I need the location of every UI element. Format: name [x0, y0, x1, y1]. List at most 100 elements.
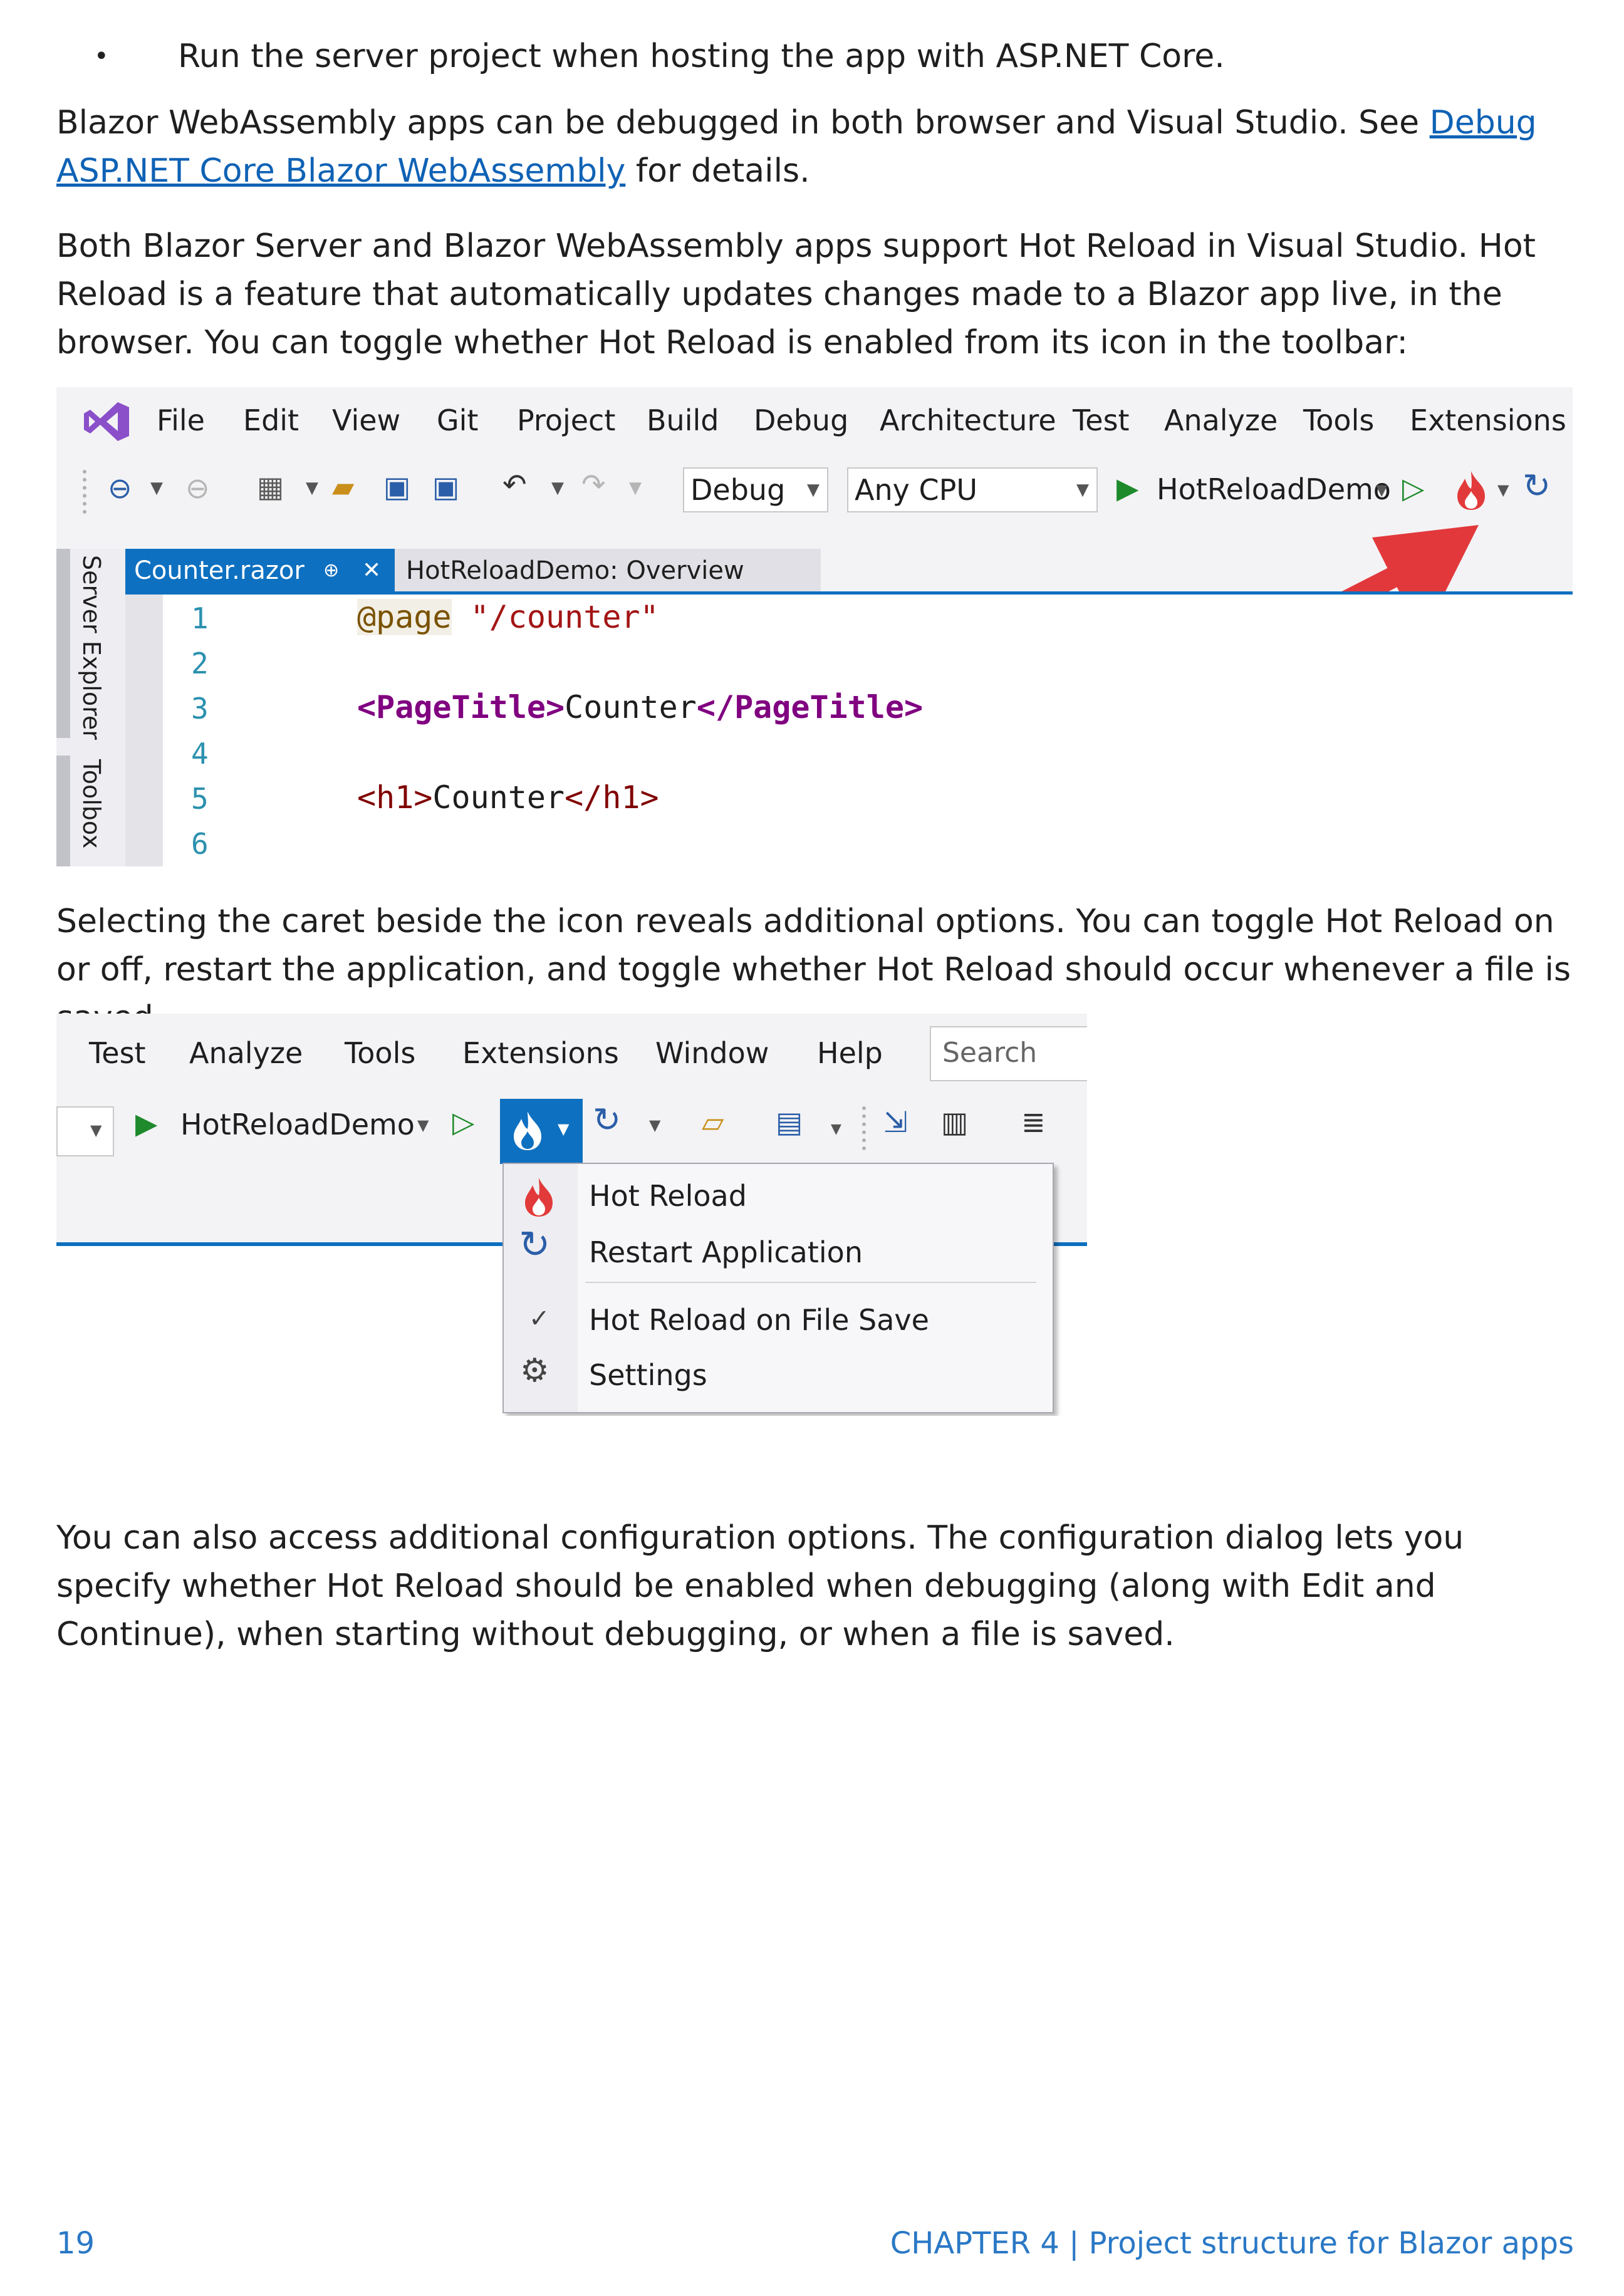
page-directive: @page — [357, 599, 452, 635]
menu-extensions[interactable]: Extensions — [462, 1036, 619, 1070]
platform-combo-stub[interactable]: ▼ — [56, 1106, 114, 1156]
line-number: 2 — [191, 647, 209, 680]
solution-platform-value: Any CPU — [855, 473, 977, 507]
menu-edit[interactable]: Edit — [243, 403, 299, 437]
run-target-dropdown-icon[interactable]: ▼ — [1376, 481, 1387, 499]
bullet-marker: • — [94, 42, 109, 71]
menu-item-hot-reload-on-file-save[interactable]: Hot Reload on File Save — [589, 1303, 929, 1337]
menu-tools[interactable]: Tools — [1303, 403, 1374, 437]
restart-dropdown-icon[interactable]: ▼ — [649, 1116, 660, 1134]
tab-counter-razor-label: Counter.razor — [134, 556, 304, 585]
line-number: 4 — [191, 737, 209, 771]
redo-dropdown-icon[interactable]: ▼ — [629, 479, 642, 497]
paragraph-debug: Blazor WebAssembly apps can be debugged … — [56, 99, 1573, 195]
menu-test[interactable]: Test — [89, 1036, 146, 1070]
menu-analyze[interactable]: Analyze — [1164, 403, 1278, 437]
menu-window[interactable]: Window — [655, 1036, 769, 1070]
menu-help[interactable]: Help — [817, 1036, 883, 1070]
toolbox-tab[interactable]: Toolbox — [78, 759, 105, 849]
search-input[interactable]: Search — [930, 1026, 1087, 1081]
menu-git[interactable]: Git — [437, 403, 478, 437]
tab-counter-razor[interactable]: Counter.razor ⊕ ✕ — [125, 549, 395, 593]
hot-reload-dropdown-screenshot: Test Analyze Tools Extensions Window Hel… — [56, 1014, 1087, 1416]
new-project-icon[interactable]: ▦ — [257, 470, 284, 504]
outline-icon[interactable]: ≣ — [1021, 1105, 1046, 1139]
chevron-down-icon: ▼ — [90, 1121, 102, 1139]
checkmark-icon: ✓ — [529, 1304, 550, 1333]
menu-project[interactable]: Project — [517, 403, 615, 437]
open-folder-icon[interactable]: ▱ — [702, 1105, 724, 1139]
server-explorer-tab-bar — [56, 549, 70, 738]
restart-icon[interactable]: ↻ — [593, 1100, 621, 1140]
menu-build[interactable]: Build — [647, 403, 719, 437]
h1-close-tag: </h1> — [565, 779, 659, 816]
h1-text: Counter — [432, 779, 565, 816]
document-tabs: Counter.razor ⊕ ✕ HotReloadDemo: Overvie… — [125, 549, 1573, 593]
code-line-5: <h1>Counter</h1> — [357, 779, 659, 816]
browser-link-icon[interactable]: ▤ — [776, 1105, 803, 1139]
hot-reload-split-button[interactable]: ▼ — [500, 1099, 583, 1164]
menu-extensions[interactable]: Extensions — [1410, 403, 1566, 437]
undo-icon[interactable]: ↶ — [502, 467, 527, 501]
menu-item-restart-application[interactable]: Restart Application — [589, 1235, 863, 1269]
hot-reload-caret-icon[interactable]: ▼ — [558, 1120, 569, 1138]
toolbox-tab-bar — [56, 756, 70, 866]
save-icon[interactable]: ▣ — [383, 470, 410, 504]
hot-reload-menu: Hot Reload ↻ Restart Application ✓ Hot R… — [502, 1163, 1054, 1413]
menu-separator — [585, 1282, 1036, 1283]
visual-studio-toolbar-screenshot: File Edit View Git Project Build Debug A… — [56, 387, 1573, 866]
navigate-forward-icon[interactable]: ⊖ — [185, 471, 210, 505]
run-target-button[interactable]: HotReloadDemo — [180, 1108, 415, 1141]
menu-item-settings[interactable]: Settings — [589, 1358, 707, 1392]
page-number: 19 — [56, 2226, 95, 2261]
toolbar-grip[interactable] — [862, 1106, 872, 1150]
hot-reload-flame-icon — [514, 1111, 541, 1150]
server-explorer-tab[interactable]: Server Explorer — [78, 555, 105, 740]
chevron-down-icon: ▼ — [807, 480, 820, 499]
menu-analyze[interactable]: Analyze — [189, 1036, 303, 1070]
menu-tools[interactable]: Tools — [345, 1036, 415, 1070]
start-without-debugging-icon[interactable]: ▷ — [452, 1105, 474, 1139]
code-editor[interactable] — [163, 595, 1573, 866]
tab-overview-label: HotReloadDemo: Overview — [406, 556, 744, 585]
menu-item-hot-reload[interactable]: Hot Reload — [589, 1179, 747, 1213]
paragraph-configuration: You can also access additional configura… — [56, 1519, 1464, 1653]
navigate-back-icon[interactable]: ⊖ — [108, 471, 132, 505]
solution-configuration-value: Debug — [690, 473, 786, 507]
paragraph-hot-reload: Both Blazor Server and Blazor WebAssembl… — [56, 227, 1536, 361]
redo-icon[interactable]: ↷ — [581, 467, 606, 501]
paragraph-debug-text: Blazor WebAssembly apps can be debugged … — [56, 104, 1430, 142]
bullet-text: Run the server project when hosting the … — [178, 38, 1225, 75]
visual-studio-logo-icon — [84, 402, 129, 441]
start-debugging-icon[interactable]: ▶ — [135, 1106, 157, 1140]
pin-icon[interactable]: ⊕ — [323, 549, 339, 593]
menu-file[interactable]: File — [157, 403, 205, 437]
pagetitle-close-tag: </PageTitle> — [696, 689, 924, 725]
pagetitle-open-tag: <PageTitle> — [357, 689, 565, 725]
run-target-dropdown-icon[interactable]: ▼ — [417, 1116, 429, 1134]
code-map-icon[interactable]: ▥ — [941, 1105, 968, 1139]
menu-view[interactable]: View — [332, 403, 400, 437]
step-into-icon[interactable]: ⇲ — [883, 1105, 908, 1139]
menu-architecture[interactable]: Architecture — [880, 403, 1056, 437]
back-dropdown-icon[interactable]: ▼ — [150, 479, 163, 497]
line-number: 1 — [191, 601, 209, 635]
new-project-dropdown-icon[interactable]: ▼ — [306, 479, 318, 497]
solution-configuration-combo[interactable]: Debug ▼ — [683, 467, 828, 512]
menu-debug[interactable]: Debug — [754, 403, 848, 437]
open-folder-icon[interactable]: ▰ — [332, 470, 354, 504]
menu-test[interactable]: Test — [1073, 403, 1130, 437]
undo-dropdown-icon[interactable]: ▼ — [551, 479, 564, 497]
gear-icon: ⚙ — [520, 1352, 549, 1390]
tab-hotreloaddemo-overview[interactable]: HotReloadDemo: Overview — [395, 549, 821, 593]
menu-bar: File Edit View Git Project Build Debug A… — [56, 387, 1573, 457]
hot-reload-caret-icon[interactable]: ▼ — [1497, 481, 1509, 499]
paragraph-debug-tail: for details. — [625, 152, 810, 190]
browser-link-dropdown-icon[interactable]: ▼ — [831, 1121, 841, 1137]
restart-icon[interactable]: ↻ — [1522, 466, 1551, 506]
restart-icon: ↻ — [519, 1223, 551, 1267]
line-number: 5 — [191, 782, 209, 816]
save-all-icon[interactable]: ▣ — [432, 470, 459, 504]
close-icon[interactable]: ✕ — [362, 549, 381, 593]
toolbar-grip[interactable] — [83, 470, 93, 514]
